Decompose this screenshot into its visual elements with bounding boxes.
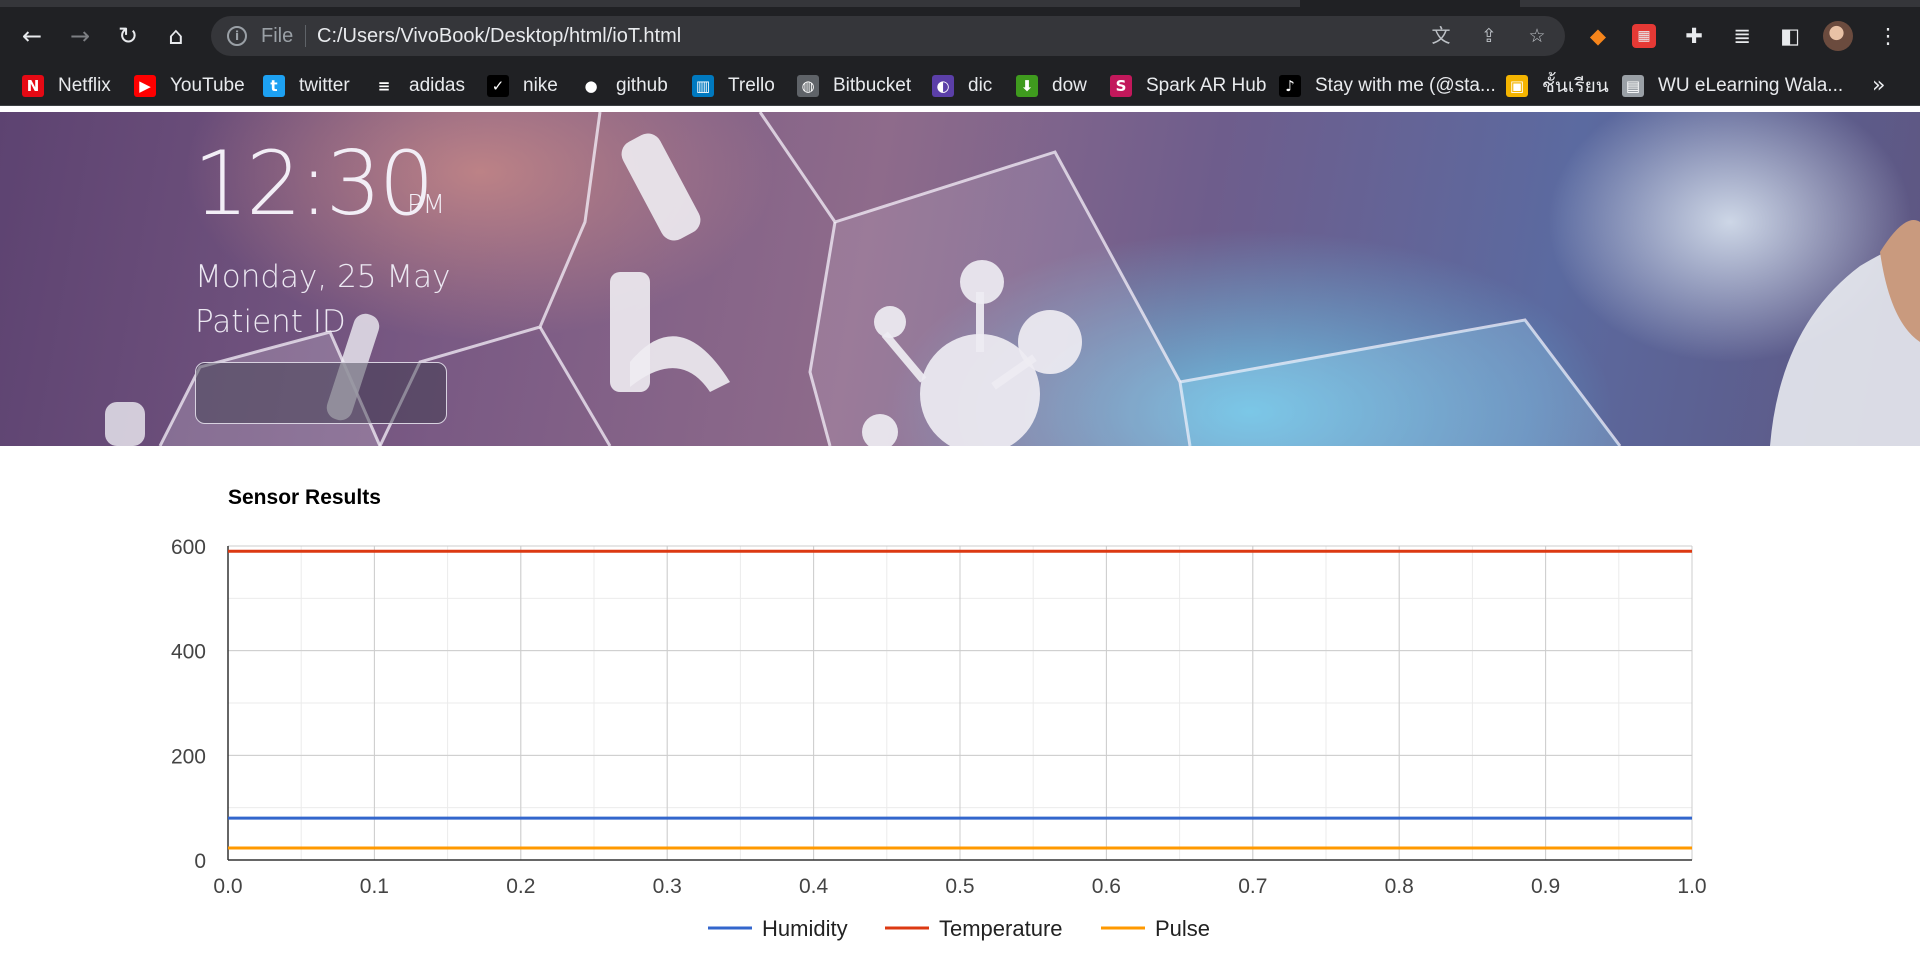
nike-icon: ✓	[487, 75, 509, 97]
bookmark-adidas[interactable]: ≡ adidas	[373, 74, 465, 98]
x-tick-label: 0.0	[213, 875, 242, 898]
x-tick-label: 0.1	[360, 875, 389, 898]
bookmark-label: Netflix	[58, 75, 111, 96]
legend-label: Humidity	[762, 916, 848, 941]
x-tick-label: 0.8	[1385, 875, 1414, 898]
classroom-icon: ▣	[1506, 75, 1528, 97]
clock-time: 12:30	[193, 132, 435, 235]
microscope-icon	[610, 133, 730, 392]
github-icon: ●	[580, 75, 602, 97]
bookmark-trello[interactable]: ▥ Trello	[692, 74, 775, 98]
legend-label: Pulse	[1155, 916, 1210, 941]
dic-icon: ◐	[932, 75, 954, 97]
legend-label: Temperature	[939, 916, 1063, 941]
bookmark-label: dow	[1052, 75, 1087, 96]
date-text: Monday, 25 May	[195, 259, 451, 295]
more-bookmarks-chevron-icon[interactable]: »	[1872, 74, 1885, 98]
inactive-tab-edge[interactable]	[1520, 0, 1920, 7]
x-tick-label: 1.0	[1677, 875, 1706, 898]
x-tick-label: 0.7	[1238, 875, 1267, 898]
bookmark-star-icon[interactable]: ☆	[1525, 24, 1549, 48]
bookmark-twitter[interactable]: t twitter	[263, 74, 350, 98]
globe-icon: ◍	[797, 75, 819, 97]
url-text[interactable]: C:/Users/VivoBook/Desktop/html/ioT.html	[317, 25, 681, 48]
youtube-icon: ▶	[134, 75, 156, 97]
bookmarks-bar: N Netflix ▶ YouTube t twitter ≡ adidas ✓ nike ● git…	[0, 66, 1920, 106]
profile-avatar[interactable]	[1823, 21, 1853, 51]
tiktok-icon: ♪	[1279, 75, 1301, 97]
home-icon[interactable]: ⌂	[162, 22, 190, 50]
x-tick-label: 0.9	[1531, 875, 1560, 898]
bookmark-label: Trello	[728, 75, 775, 96]
doctor-figure	[1770, 220, 1920, 446]
bookmark-page[interactable]: ▤ WU eLearning Wala...	[1622, 74, 1843, 98]
y-tick-label: 200	[171, 745, 206, 768]
y-tick-label: 0	[194, 850, 206, 873]
bookmark-nike[interactable]: ✓ nike	[487, 74, 558, 98]
y-tick-label: 400	[171, 641, 206, 664]
active-tab-edge[interactable]	[0, 0, 1300, 7]
x-tick-label: 0.5	[945, 875, 974, 898]
side-panel-icon[interactable]: ◧	[1776, 22, 1804, 50]
clock-ampm: PM	[407, 190, 446, 220]
share-icon[interactable]: ⇪	[1477, 24, 1501, 48]
patient-id-input[interactable]	[195, 362, 447, 424]
y-tick-label: 600	[171, 536, 206, 559]
bookmark-label: adidas	[409, 75, 465, 96]
x-tick-label: 0.2	[506, 875, 535, 898]
extensions-puzzle-icon[interactable]: ✚	[1680, 22, 1708, 50]
trello-icon: ▥	[692, 75, 714, 97]
url-scheme: File	[261, 25, 294, 47]
bookmark-label: Bitbucket	[833, 75, 912, 96]
bookmark-label: dic	[968, 75, 993, 96]
bookmark-download[interactable]: ⬇ dow	[1016, 74, 1087, 98]
sensor-line-chart: 0.0 0.1 0.2 0.3 0.4 0.5 0.6 0.7 0.8 0.9 1.0 0 200 400…	[171, 536, 1707, 941]
extension-red-icon[interactable]: ▦	[1632, 24, 1656, 48]
clock: 12:30 PM	[193, 132, 445, 235]
bookmark-label: github	[616, 75, 668, 96]
translate-icon[interactable]: 文	[1429, 24, 1453, 48]
x-tick-label: 0.4	[799, 875, 829, 898]
spark-ar-icon: S	[1110, 75, 1132, 97]
bookmark-github[interactable]: ● github	[580, 74, 668, 98]
bookmark-label: ชั้นเรียน	[1542, 76, 1609, 97]
download-icon: ⬇	[1016, 75, 1038, 97]
bookmark-label: YouTube	[170, 75, 245, 96]
bookmark-label: twitter	[299, 75, 350, 96]
menu-kebab-icon[interactable]: ⋮	[1874, 22, 1902, 50]
hexagon-tile	[1180, 320, 1620, 446]
page-icon: ▤	[1622, 75, 1644, 97]
forward-arrow-icon[interactable]: →	[66, 22, 94, 50]
metamask-icon[interactable]: ◆	[1584, 22, 1612, 50]
bookmark-globe[interactable]: ◍ Bitbucket	[797, 74, 911, 98]
reload-icon[interactable]: ↻	[114, 22, 142, 50]
hexagon-outline	[538, 326, 612, 446]
twitter-icon: t	[263, 75, 285, 97]
back-arrow-icon[interactable]: ←	[18, 22, 46, 50]
patient-id-label: Patient ID	[195, 304, 346, 340]
x-tick-label: 0.3	[653, 875, 682, 898]
bookmark-classroom[interactable]: ▣ ชั้นเรียน	[1506, 74, 1609, 98]
x-tick-label: 0.6	[1092, 875, 1121, 898]
bookmark-netflix[interactable]: N Netflix	[22, 74, 111, 98]
bookmark-tiktok[interactable]: ♪ Stay with me (@sta...	[1279, 74, 1496, 98]
bookmark-youtube[interactable]: ▶ YouTube	[134, 74, 245, 98]
bookmark-label: Spark AR Hub	[1146, 75, 1267, 96]
site-info-icon[interactable]: i	[227, 26, 247, 46]
address-divider	[305, 25, 306, 47]
reading-list-icon[interactable]: ≣	[1728, 22, 1756, 50]
netflix-icon: N	[22, 75, 44, 97]
navigation-bar: ← → ↻ ⌂ i File C:/Users/VivoBook/Desktop…	[0, 16, 1920, 56]
adidas-icon: ≡	[373, 75, 395, 97]
hero-banner: 12:30 PM Monday, 25 May Patient ID	[0, 112, 1920, 446]
bookmark-label: Stay with me (@sta...	[1315, 75, 1496, 96]
bookmark-spark-ar[interactable]: S Spark AR Hub	[1110, 74, 1266, 98]
bookmark-label: WU eLearning Wala...	[1658, 75, 1844, 96]
bookmark-label: nike	[523, 75, 558, 96]
browser-toolbar: ← → ↻ ⌂ i File C:/Users/VivoBook/Desktop…	[0, 0, 1920, 72]
address-bar[interactable]: i File C:/Users/VivoBook/Desktop/html/io…	[211, 16, 1565, 56]
bookmark-dic[interactable]: ◐ dic	[932, 74, 992, 98]
sensor-chart-panel: Sensor Results 0.0 0.1 0.2 0.3 0.4 0.5 0.6 0.7 0…	[0, 446, 1920, 960]
